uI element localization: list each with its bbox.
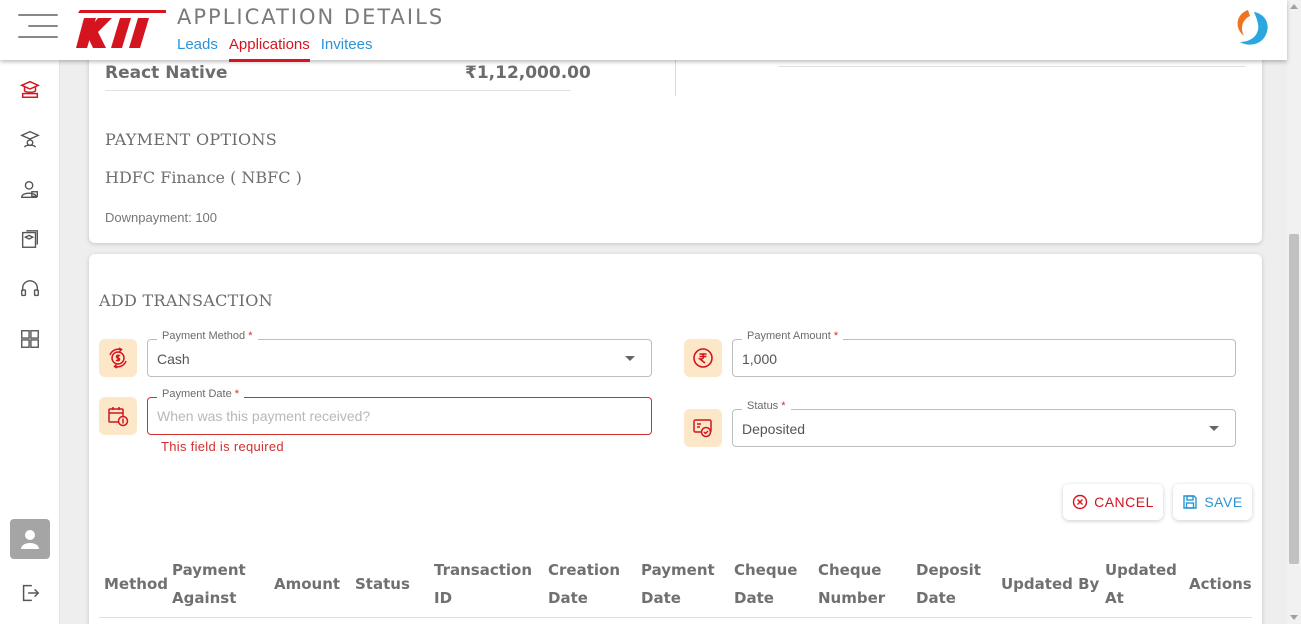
table-header-payment-against[interactable]: Payment Against xyxy=(172,556,246,612)
payment-method-label: Payment Method xyxy=(162,330,246,342)
chevron-down-icon[interactable] xyxy=(1209,426,1219,431)
table-header-deposit-date[interactable]: Deposit Date xyxy=(916,556,981,612)
kii-logo[interactable] xyxy=(76,8,166,50)
scroll-down-icon[interactable] xyxy=(1290,615,1298,620)
cancel-circle-icon xyxy=(1072,494,1088,510)
status-card-icon xyxy=(684,409,722,447)
logout-icon[interactable] xyxy=(18,581,42,605)
payment-method-icon xyxy=(99,339,137,377)
payment-method-select[interactable]: Payment Method * Cash xyxy=(147,330,652,377)
table-header-status[interactable]: Status xyxy=(355,570,410,598)
table-header-updated-by[interactable]: Updated By xyxy=(1001,570,1099,598)
sidebar xyxy=(0,60,60,624)
table-header-updated-at[interactable]: Updated At xyxy=(1105,556,1177,612)
divider xyxy=(779,66,1245,67)
course-price: ₹1,12,000.00 xyxy=(465,63,591,83)
cancel-button[interactable]: CANCEL xyxy=(1063,484,1163,520)
headset-icon[interactable] xyxy=(18,277,42,301)
add-transaction-title: ADD TRANSACTION xyxy=(99,291,273,310)
page-scrollbar[interactable] xyxy=(1287,0,1301,624)
status-label: Status xyxy=(747,400,779,412)
menu-icon[interactable] xyxy=(18,14,58,38)
table-header-actions: Actions xyxy=(1189,575,1252,593)
app-header: APPLICATION DETAILS Leads Applications I… xyxy=(0,0,1287,62)
nav-invitees[interactable]: Invitees xyxy=(321,36,373,62)
payment-method-value: Cash xyxy=(157,351,190,367)
application-summary-card: React Native ₹1,12,000.00 PAYMENT OPTION… xyxy=(89,40,1262,243)
chevron-down-icon[interactable] xyxy=(625,356,635,361)
payment-date-error: This field is required xyxy=(161,439,284,454)
rupee-icon xyxy=(684,339,722,377)
payment-amount-field[interactable]: Payment Amount * 1,000 xyxy=(732,330,1236,377)
divider xyxy=(675,56,676,96)
nav-applications[interactable]: Applications xyxy=(228,36,310,62)
certificate-icon[interactable] xyxy=(18,227,42,251)
save-button[interactable]: SAVE xyxy=(1173,484,1252,520)
save-label: SAVE xyxy=(1204,494,1243,510)
cancel-label: CANCEL xyxy=(1094,494,1154,510)
payment-amount-value: 1,000 xyxy=(742,351,778,367)
status-select[interactable]: Status * Deposited xyxy=(732,400,1236,447)
save-disk-icon xyxy=(1183,495,1198,509)
status-value: Deposited xyxy=(742,421,806,437)
payment-date-field[interactable]: Payment Date * xyxy=(147,388,652,435)
top-nav: Leads Applications Invitees xyxy=(177,36,372,62)
swirl-brand-icon xyxy=(1237,10,1268,45)
table-header-cheque-number[interactable]: Cheque Number xyxy=(818,556,885,612)
payment-option: HDFC Finance ( NBFC ) xyxy=(105,168,302,187)
scroll-up-icon[interactable] xyxy=(1290,4,1298,9)
user-badge-icon[interactable] xyxy=(18,177,42,201)
table-divider xyxy=(99,617,1252,618)
courses-icon[interactable] xyxy=(18,77,42,101)
divider xyxy=(105,90,571,91)
table-header-method[interactable]: Method xyxy=(104,570,168,598)
graduation-cap-icon[interactable] xyxy=(18,127,42,151)
table-header-creation-date[interactable]: Creation Date xyxy=(548,556,620,612)
add-transaction-card: ADD TRANSACTION Payment Method * Cash Pa… xyxy=(89,254,1262,624)
course-name: React Native xyxy=(105,63,228,83)
payment-date-input[interactable] xyxy=(148,398,651,434)
nav-leads[interactable]: Leads xyxy=(177,36,218,62)
user-avatar-icon[interactable] xyxy=(10,519,50,559)
table-header-cheque-date[interactable]: Cheque Date xyxy=(734,556,797,612)
page-title: APPLICATION DETAILS xyxy=(177,5,445,29)
calendar-money-icon xyxy=(99,397,137,435)
table-header-amount[interactable]: Amount xyxy=(274,570,340,598)
downpayment-text: Downpayment: 100 xyxy=(105,210,218,225)
table-header-transaction-id[interactable]: Transaction ID xyxy=(434,556,532,612)
scroll-thumb[interactable] xyxy=(1289,234,1299,564)
payment-amount-label: Payment Amount xyxy=(747,330,831,342)
payment-options-title: PAYMENT OPTIONS xyxy=(105,130,278,149)
table-header-payment-date[interactable]: Payment Date xyxy=(641,556,715,612)
dashboard-grid-icon[interactable] xyxy=(18,327,42,351)
